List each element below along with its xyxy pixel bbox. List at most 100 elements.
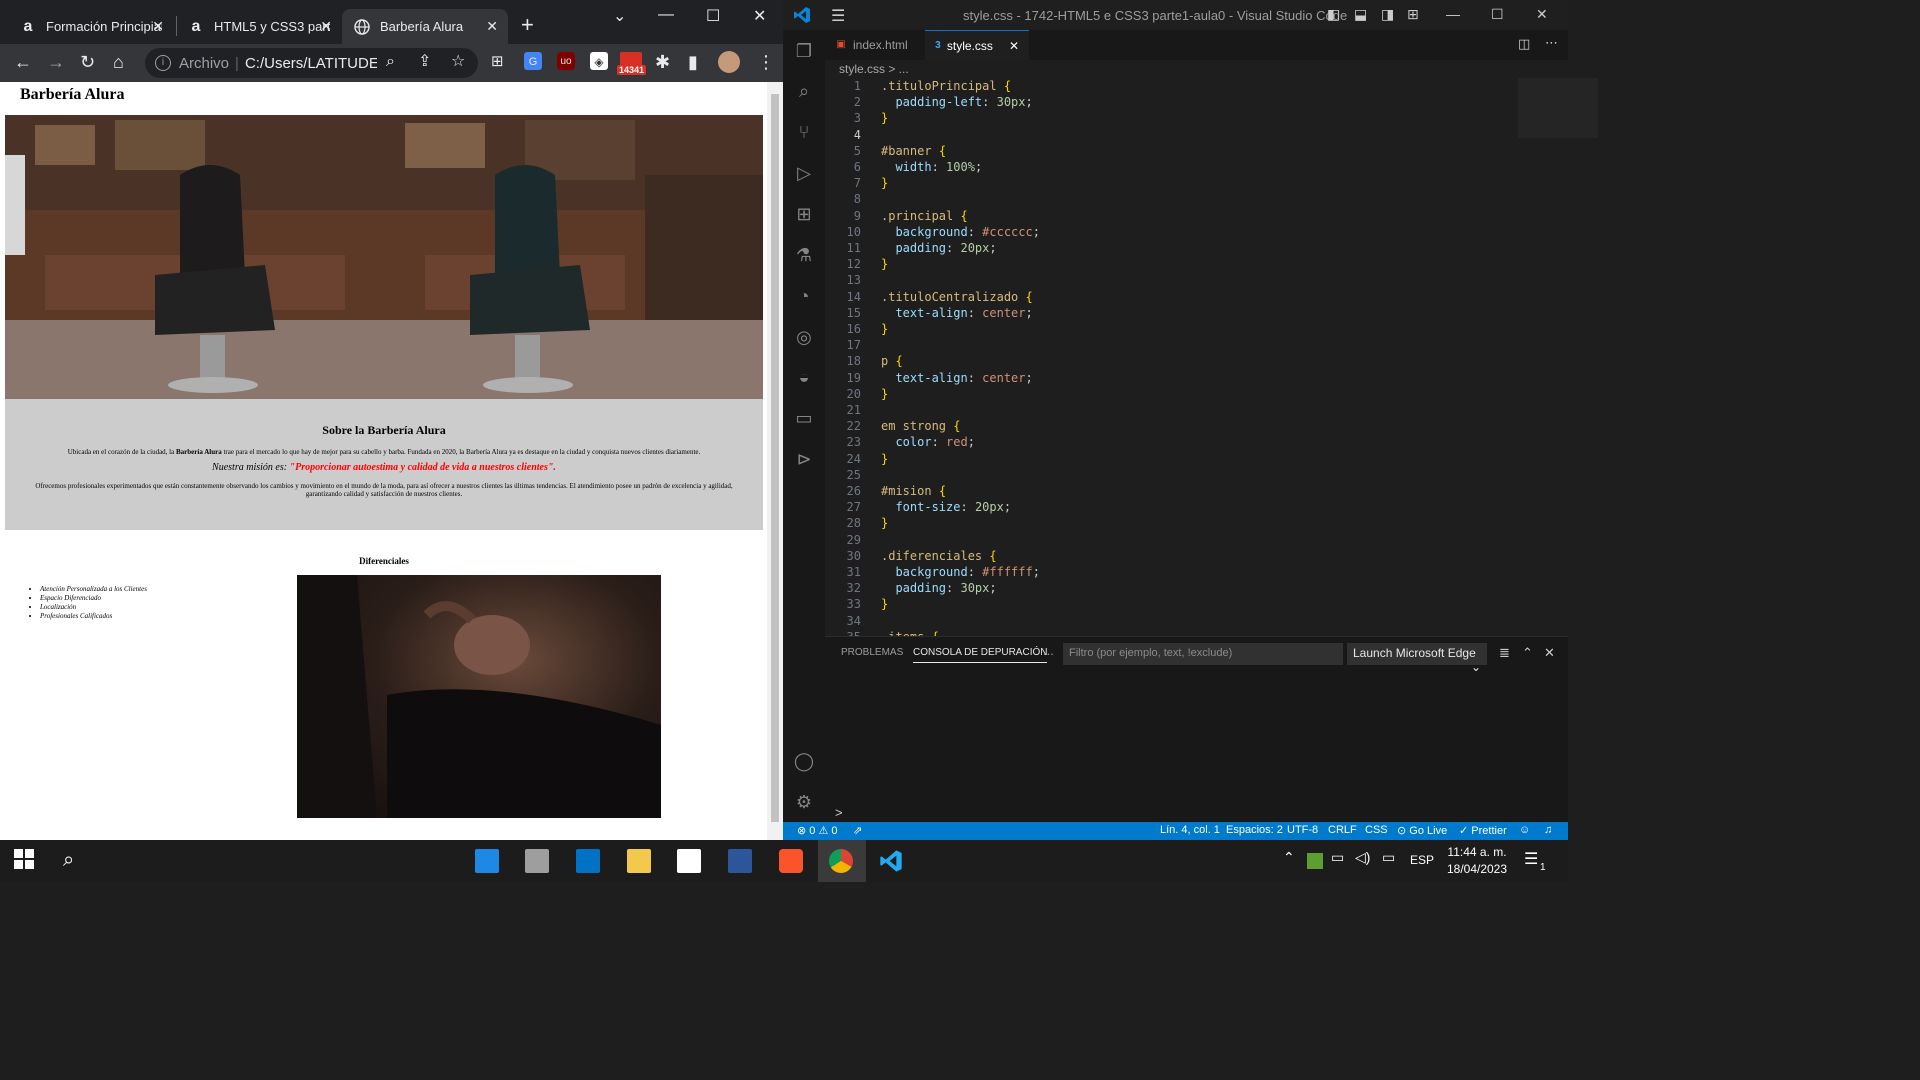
code-line[interactable]: 26 #mision { xyxy=(825,483,1515,499)
editor-scrollbar[interactable] xyxy=(1601,78,1611,636)
code-line[interactable]: 6 width: 100%; xyxy=(825,159,1515,175)
panel-more-icon[interactable]: ... xyxy=(1043,643,1054,658)
close-icon[interactable]: ✕ xyxy=(152,18,164,35)
home-icon[interactable]: ⌂ xyxy=(113,52,124,72)
chevron-up-icon[interactable]: ⌃ xyxy=(1283,849,1307,873)
tab-html5[interactable]: a HTML5 y CSS3 parte 1 ✕ xyxy=(176,9,342,44)
code-line[interactable]: 7} xyxy=(825,175,1515,191)
network-icon[interactable]: ▭ xyxy=(1382,849,1406,873)
close-icon[interactable]: ✕ xyxy=(320,18,332,35)
live-share-icon[interactable]: ⇗ xyxy=(853,824,862,837)
code-line[interactable]: 23 color: red; xyxy=(825,434,1515,450)
code-line[interactable]: 16} xyxy=(825,321,1515,337)
filter-input[interactable]: Filtro (por ejemplo, text, !exclude) xyxy=(1063,643,1343,665)
ms-store-icon[interactable] xyxy=(677,849,701,873)
minimize-icon[interactable]: — xyxy=(1446,6,1460,22)
chrome-icon[interactable] xyxy=(829,849,853,873)
tab-formacion[interactable]: a Formación Principiante en Prog ✕ xyxy=(8,9,174,44)
brave-icon[interactable] xyxy=(779,849,803,873)
gear-icon[interactable]: ⚙ xyxy=(793,791,815,813)
problems-status[interactable]: ⊗ 0 ⚠ 0 xyxy=(797,824,838,837)
code-line[interactable]: 31 background: #ffffff; xyxy=(825,564,1515,580)
breadcrumb[interactable]: style.css > ... xyxy=(839,62,909,76)
maximize-icon[interactable]: ☐ xyxy=(706,6,720,26)
code-line[interactable]: 8 xyxy=(825,191,1515,207)
language-status[interactable]: CSS xyxy=(1365,824,1388,836)
new-tab-button[interactable]: + xyxy=(521,14,534,36)
tab-search-icon[interactable]: ⌄ xyxy=(613,6,626,26)
reload-icon[interactable]: ↻ xyxy=(80,52,95,72)
tab-debug-console[interactable]: CONSOLA DE DEPURACIÓN xyxy=(913,647,1048,663)
vscode-icon[interactable] xyxy=(879,849,903,873)
more-actions-icon[interactable]: ⋯ xyxy=(1545,35,1558,51)
code-line[interactable]: 20} xyxy=(825,386,1515,402)
clock[interactable]: 11:44 a. m. 18/04/2023 xyxy=(1440,844,1514,878)
code-line[interactable]: 13 xyxy=(825,272,1515,288)
source-control-icon[interactable]: ⑂ xyxy=(793,121,815,143)
customize-layout-icon[interactable]: ⊞ xyxy=(1407,6,1419,23)
code-line[interactable]: 21 xyxy=(825,402,1515,418)
code-line[interactable]: 32 padding: 30px; xyxy=(825,580,1515,596)
code-line[interactable]: 1 .tituloPrincipal { xyxy=(825,78,1515,94)
back-icon[interactable]: ← xyxy=(14,52,32,72)
language-indicator[interactable]: ESP xyxy=(1410,853,1440,877)
bookmark-star-icon[interactable]: ☆ xyxy=(451,52,465,72)
zoom-icon[interactable]: ⌕ xyxy=(386,52,395,72)
code-line[interactable]: 29 xyxy=(825,532,1515,548)
avatar[interactable] xyxy=(718,51,740,73)
tray-app-icon[interactable] xyxy=(1307,853,1323,869)
notifications-bell-icon[interactable]: ♫ xyxy=(1544,824,1552,836)
encoding-status[interactable]: UTF-8 xyxy=(1287,824,1318,836)
code-line[interactable]: 19 text-align: center; xyxy=(825,370,1515,386)
tab-problems[interactable]: PROBLEMAS xyxy=(841,647,903,658)
go-live-button[interactable]: ⊙ Go Live xyxy=(1397,824,1447,837)
explorer-icon[interactable]: ❐ xyxy=(793,40,815,62)
code-line[interactable]: 15 text-align: center; xyxy=(825,305,1515,321)
search-icon[interactable]: ⌕ xyxy=(63,849,87,873)
code-line[interactable]: 2 padding-left: 30px; xyxy=(825,94,1515,110)
cursor-position[interactable]: Lín. 4, col. 1 xyxy=(1160,824,1220,836)
console-prompt[interactable]: > xyxy=(835,805,843,820)
close-window-icon[interactable]: ✕ xyxy=(753,6,766,26)
code-line[interactable]: 25 xyxy=(825,467,1515,483)
layout-secondary-icon[interactable]: ◨ xyxy=(1381,6,1394,23)
code-line[interactable]: 28} xyxy=(825,515,1515,531)
docker-icon[interactable]: ◒ xyxy=(793,366,815,388)
run-debug-icon[interactable]: ▷ xyxy=(793,162,815,184)
split-editor-icon[interactable]: ◫ xyxy=(1518,36,1530,52)
code-line[interactable]: 33} xyxy=(825,596,1515,612)
code-line[interactable]: 14 .tituloCentralizado { xyxy=(825,289,1515,305)
code-editor[interactable]: 1 .tituloPrincipal {2 padding-left: 30px;… xyxy=(825,78,1611,644)
maximize-panel-icon[interactable]: ⌃ xyxy=(1522,645,1533,661)
close-window-icon[interactable]: ✕ xyxy=(1536,6,1548,23)
forward-icon[interactable]: → xyxy=(47,52,65,72)
battery-icon[interactable]: ▭ xyxy=(1331,849,1355,873)
close-panel-icon[interactable]: ✕ xyxy=(1544,645,1555,661)
address-url[interactable]: C:/Users/LATITUDE... xyxy=(245,55,377,72)
menu-icon[interactable]: ☰ xyxy=(831,6,845,26)
side-panel-icon[interactable]: ▮ xyxy=(688,52,698,72)
share-icon[interactable]: ⇪ xyxy=(418,52,431,72)
code-line[interactable]: 17 xyxy=(825,337,1515,353)
edge-icon[interactable]: ◎ xyxy=(793,326,815,348)
volume-icon[interactable]: ◁) xyxy=(1355,849,1379,873)
extension-icon[interactable]: ◈ xyxy=(590,52,608,70)
page-scrollbar[interactable] xyxy=(767,82,783,840)
code-line[interactable]: 11 padding: 20px; xyxy=(825,240,1515,256)
close-icon[interactable]: ✕ xyxy=(486,18,498,35)
file-explorer-icon[interactable] xyxy=(627,849,651,873)
tab-index-html[interactable]: ▣ index.html xyxy=(825,30,925,60)
layout-panel-icon[interactable]: ⬓ xyxy=(1354,6,1367,23)
testing-icon[interactable]: ⚗ xyxy=(793,244,815,266)
code-line[interactable]: 3} xyxy=(825,110,1515,126)
word-icon[interactable] xyxy=(728,849,752,873)
code-line[interactable]: 30 .diferenciales { xyxy=(825,548,1515,564)
indentation-status[interactable]: Espacios: 2 xyxy=(1226,824,1283,836)
maximize-icon[interactable]: ☐ xyxy=(1491,6,1504,23)
info-icon[interactable]: i xyxy=(155,55,171,71)
layout-sidebar-icon[interactable]: ◧ xyxy=(1327,6,1340,23)
code-line[interactable]: 12} xyxy=(825,256,1515,272)
google-translate-icon[interactable]: G xyxy=(524,52,542,70)
account-icon[interactable]: ◯ xyxy=(793,750,815,772)
eol-status[interactable]: CRLF xyxy=(1328,824,1357,836)
